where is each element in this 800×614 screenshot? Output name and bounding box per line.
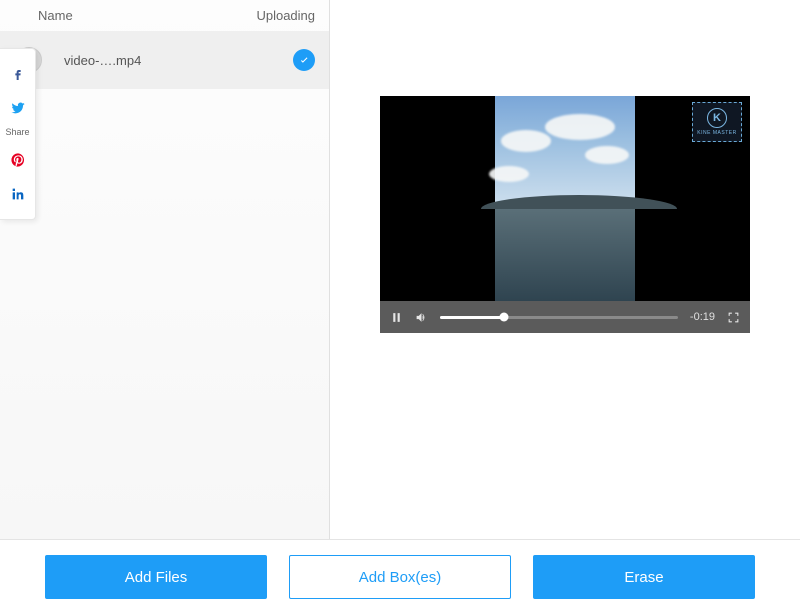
fullscreen-icon [727,311,740,324]
watermark-letter: K [707,108,727,128]
video-content [495,96,635,301]
app-root: Name Uploading video-….mp4 [0,0,800,614]
pinterest-icon [10,152,26,168]
seek-bar[interactable] [440,316,678,319]
video-player[interactable]: K KINE MASTER -0:19 [380,96,750,333]
linkedin-icon [10,186,26,202]
erase-button[interactable]: Erase [533,555,755,599]
file-list: video-….mp4 [0,31,329,614]
action-bar: Add Files Add Box(es) Erase [0,539,800,614]
seek-fill [440,316,504,319]
video-frame: K KINE MASTER [380,96,750,301]
volume-button[interactable] [415,311,428,324]
fullscreen-button[interactable] [727,311,740,324]
social-share-bar: Share [0,48,36,220]
share-pinterest[interactable] [0,143,35,177]
pause-button[interactable] [390,311,403,324]
file-status-cell [235,49,315,71]
twitter-icon [10,100,26,116]
share-twitter[interactable] [0,91,35,125]
add-files-button[interactable]: Add Files [45,555,267,599]
video-controls: -0:19 [380,301,750,333]
time-remaining: -0:19 [690,311,715,323]
share-facebook[interactable] [0,57,35,91]
share-label: Share [5,127,29,137]
file-row[interactable]: video-….mp4 [0,31,329,89]
share-linkedin[interactable] [0,177,35,211]
preview-panel: K KINE MASTER -0:19 [330,0,800,614]
file-name: video-….mp4 [64,53,235,68]
seek-handle[interactable] [500,313,509,322]
file-list-panel: Name Uploading video-….mp4 [0,0,330,614]
watermark-badge: K KINE MASTER [692,102,742,142]
pause-icon [390,311,403,324]
upload-complete-icon [293,49,315,71]
watermark-text: KINE MASTER [697,130,736,136]
volume-icon [415,311,428,324]
facebook-icon [10,66,26,82]
col-header-name: Name [38,8,235,23]
add-boxes-button[interactable]: Add Box(es) [289,555,511,599]
col-header-status: Uploading [235,8,315,23]
file-list-header: Name Uploading [0,0,329,31]
